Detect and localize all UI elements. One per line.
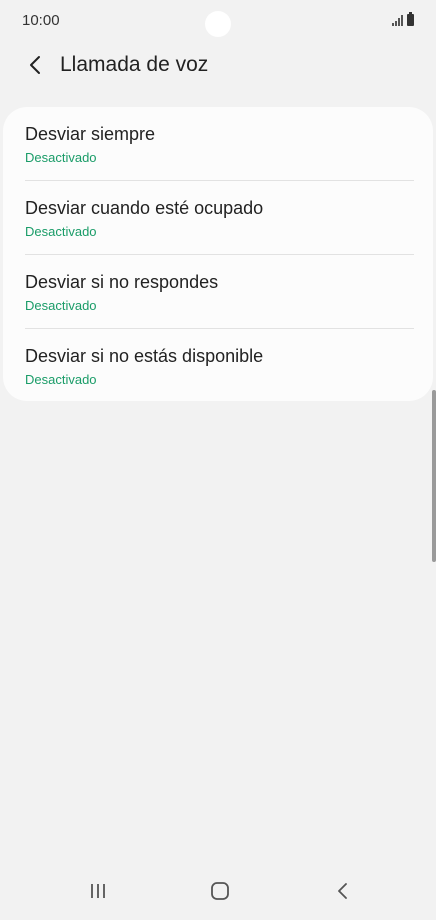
signal-icon (392, 15, 403, 26)
option-status: Desactivado (25, 224, 97, 239)
status-icons (392, 12, 414, 26)
front-camera-cutout (205, 11, 231, 37)
back-button[interactable] (20, 50, 50, 80)
option-title: Desviar si no respondes (25, 272, 219, 292)
scrollbar[interactable] (432, 390, 436, 562)
call-forwarding-list: Desviar siempre Desactivado Desviar cuan… (3, 107, 433, 401)
option-title: Desviar siempre (25, 124, 156, 144)
option-title: Desviar si no estás disponible (25, 346, 264, 366)
status-bar: 10:00 (0, 0, 436, 42)
app-bar: Llamada de voz (0, 44, 436, 88)
option-status: Desactivado (25, 150, 97, 165)
home-icon (211, 882, 229, 900)
home-button[interactable] (195, 874, 245, 908)
option-status: Desactivado (25, 298, 97, 313)
recent-apps-icon (91, 884, 105, 898)
forward-when-busy-item[interactable]: Desviar cuando esté ocupado Desactivado (3, 181, 433, 255)
forward-when-unanswered-item[interactable]: Desviar si no respondes Desactivado (3, 255, 433, 329)
option-title: Desviar cuando esté ocupado (25, 198, 264, 218)
status-time: 10:00 (22, 12, 60, 29)
nav-back-button[interactable] (318, 874, 368, 908)
forward-always-item[interactable]: Desviar siempre Desactivado (3, 107, 433, 181)
chevron-left-icon (30, 56, 40, 74)
navigation-bar (0, 862, 436, 920)
option-status: Desactivado (25, 372, 97, 387)
forward-when-unreachable-item[interactable]: Desviar si no estás disponible Desactiva… (3, 329, 433, 403)
battery-icon (407, 12, 414, 26)
back-icon (338, 883, 347, 899)
page-title: Llamada de voz (60, 53, 209, 76)
recent-apps-button[interactable] (73, 874, 123, 908)
